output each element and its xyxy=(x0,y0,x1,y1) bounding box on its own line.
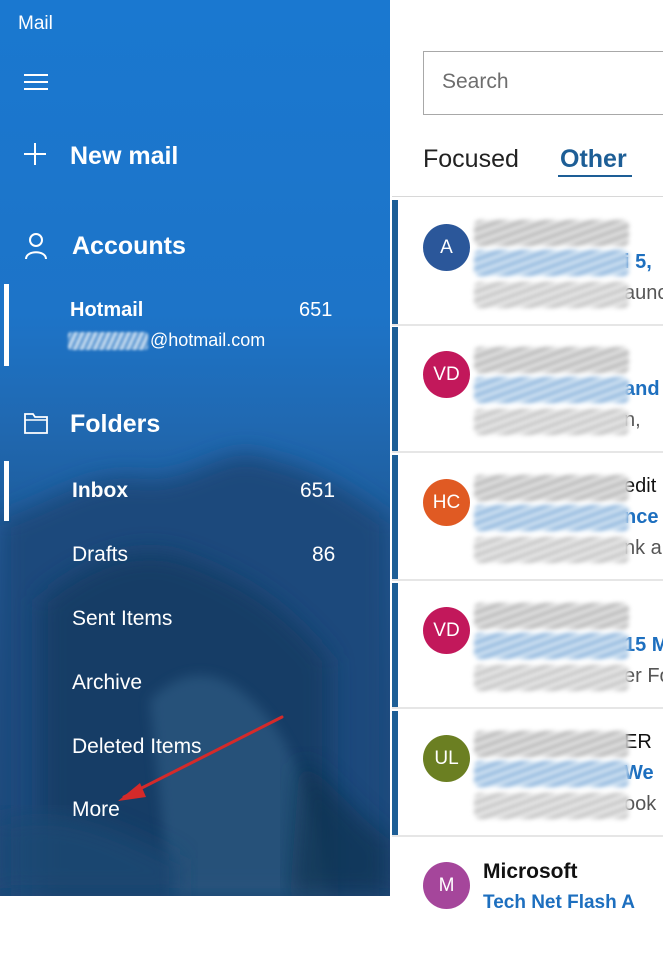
folder-drafts[interactable]: Drafts xyxy=(72,543,128,567)
redacted-subject xyxy=(474,761,629,787)
folder-icon xyxy=(24,413,48,434)
redacted-preview xyxy=(474,793,629,819)
hamburger-icon[interactable] xyxy=(24,72,48,90)
inbox-selected-indicator xyxy=(4,461,9,521)
message-item[interactable]: HC edit nce nk a xyxy=(392,455,663,581)
message-sender: Microsoft xyxy=(483,860,578,883)
app-title: Mail xyxy=(18,13,53,34)
redacted-preview xyxy=(474,409,629,435)
message-preview-fragment: nk a xyxy=(624,537,662,559)
inbox-unread-count: 651 xyxy=(300,479,336,502)
navigation-pane: Mail New mail Accounts Hotmail 651 @hotm… xyxy=(0,0,390,896)
unread-indicator xyxy=(392,455,398,581)
unread-indicator xyxy=(392,327,398,453)
drafts-count: 86 xyxy=(312,543,336,566)
annotation-arrow-icon xyxy=(118,715,284,801)
redacted-preview xyxy=(474,537,629,563)
message-subject-fragment: and xyxy=(624,378,660,400)
avatar: A xyxy=(423,224,470,271)
avatar: VD xyxy=(423,351,470,398)
redacted-preview xyxy=(474,665,629,691)
message-item[interactable]: VD and n, xyxy=(392,327,663,453)
redacted-subject xyxy=(474,377,629,403)
avatar: M xyxy=(423,862,470,909)
message-separator xyxy=(392,707,663,709)
redacted-subject xyxy=(474,505,629,531)
unread-indicator xyxy=(392,583,398,709)
redacted-sender xyxy=(474,475,629,501)
person-icon xyxy=(25,233,47,260)
message-separator xyxy=(392,451,663,453)
redacted-subject xyxy=(474,633,629,659)
redacted-email-user xyxy=(68,331,148,350)
account-name[interactable]: Hotmail xyxy=(70,299,143,322)
avatar: VD xyxy=(423,607,470,654)
redacted-preview xyxy=(474,282,629,308)
message-item[interactable]: M Microsoft Tech Net Flash A xyxy=(392,840,663,966)
plus-icon[interactable] xyxy=(24,143,46,165)
message-item[interactable]: UL ER We ook xyxy=(392,711,663,837)
unread-indicator xyxy=(392,711,398,837)
account-unread-count: 651 xyxy=(299,299,333,321)
search-input[interactable] xyxy=(442,70,662,94)
folder-inbox[interactable]: Inbox xyxy=(72,479,128,503)
redacted-sender xyxy=(474,220,629,246)
folders-button[interactable]: Folders xyxy=(70,410,160,439)
account-selected-indicator xyxy=(4,284,9,366)
account-email: @hotmail.com xyxy=(68,330,265,351)
avatar: HC xyxy=(423,479,470,526)
message-preview-fragment: aunc xyxy=(624,282,663,304)
folder-archive[interactable]: Archive xyxy=(72,671,142,695)
unread-indicator xyxy=(392,200,398,326)
message-subject: Tech Net Flash A xyxy=(483,892,636,913)
accounts-button[interactable]: Accounts xyxy=(72,232,186,261)
message-separator xyxy=(392,835,663,837)
tab-other[interactable]: Other xyxy=(560,145,627,174)
avatar: UL xyxy=(423,735,470,782)
redacted-subject xyxy=(474,250,629,276)
search-box[interactable] xyxy=(423,51,663,115)
message-separator xyxy=(392,324,663,326)
message-subject-fragment: nce xyxy=(624,506,659,528)
message-separator xyxy=(392,579,663,581)
redacted-sender xyxy=(474,347,629,373)
folder-sent-items[interactable]: Sent Items xyxy=(72,607,172,631)
redacted-sender xyxy=(474,603,629,629)
message-item[interactable]: A i 5, aunc xyxy=(392,200,663,326)
message-item[interactable]: VD 15 M er Fo xyxy=(392,583,663,709)
new-mail-button[interactable]: New mail xyxy=(70,142,178,171)
account-email-domain: @hotmail.com xyxy=(150,330,266,350)
list-divider xyxy=(392,196,663,197)
tab-other-underline xyxy=(558,175,632,177)
message-subject-fragment: 15 M xyxy=(624,634,663,656)
tab-focused[interactable]: Focused xyxy=(423,145,519,174)
message-preview-fragment: er Fo xyxy=(624,665,663,687)
redacted-sender xyxy=(474,731,629,757)
